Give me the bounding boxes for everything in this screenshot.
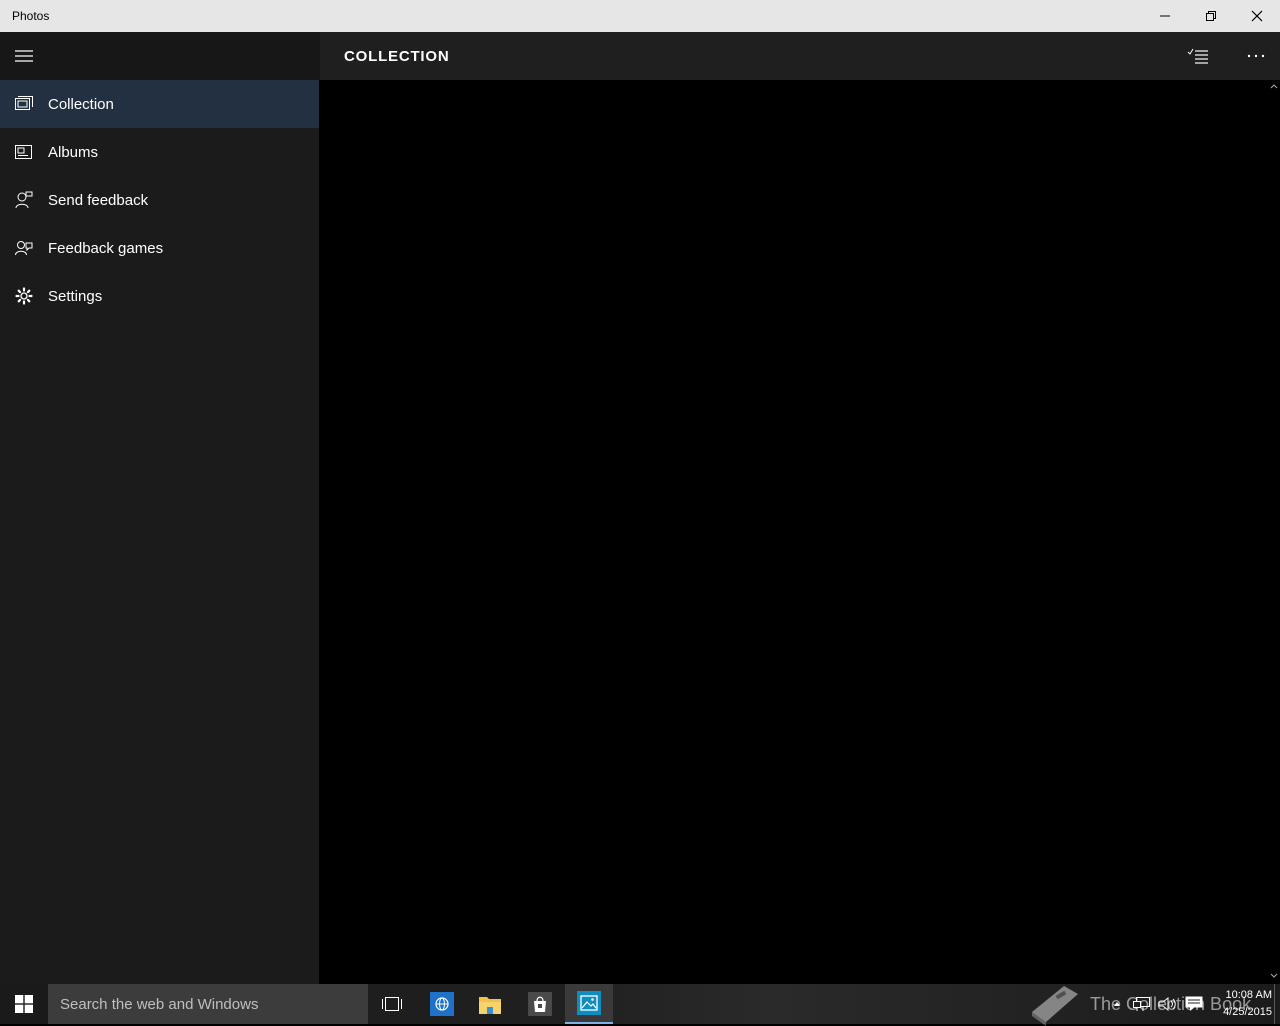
windows-logo-icon [15,995,33,1013]
vertical-scrollbar[interactable] [1268,80,1280,984]
hamburger-button[interactable] [0,32,48,80]
restore-icon [1206,11,1216,21]
message-icon [1185,996,1203,1011]
sidebar-item-send-feedback[interactable]: Send feedback [0,176,319,224]
book-icon [1032,986,1078,1026]
task-view-icon [382,997,402,1011]
network-icon [1133,997,1150,1011]
restore-button[interactable] [1188,0,1234,32]
more-icon [1247,54,1265,58]
taskbar-search-box[interactable]: Search the web and Windows [48,984,368,1024]
chevron-up-icon [1114,1002,1120,1006]
browser-icon [430,992,454,1016]
action-center-button[interactable] [1182,984,1206,1024]
window-title: Photos [12,9,50,23]
sidebar-item-collection[interactable]: Collection [0,80,319,128]
page-header: COLLECTION [320,32,1280,80]
feedback-games-icon [0,224,48,272]
close-button[interactable] [1234,0,1280,32]
sidebar-item-settings[interactable]: Settings [0,272,319,320]
close-icon [1251,10,1263,22]
start-button[interactable] [0,984,48,1024]
taskbar-store-button[interactable] [516,984,564,1024]
sidebar-item-label: Albums [48,143,99,161]
folder-icon [479,997,501,1014]
taskbar-clock[interactable]: 10:08 AM 4/25/2015 [1208,987,1272,1021]
taskbar-photos-button[interactable] [565,984,613,1024]
taskbar: Search the web and Windows The Collectio… [0,984,1280,1026]
sidebar-item-label: Settings [48,287,103,305]
clock-date: 4/25/2015 [1223,1006,1272,1018]
show-desktop-button[interactable] [1274,984,1280,1024]
nav-header [0,32,320,80]
sidebar-item-label: Send feedback [48,191,149,209]
volume-button[interactable] [1156,984,1180,1024]
sidebar-item-label: Feedback games [48,239,164,257]
store-icon [528,992,552,1016]
select-button[interactable] [1174,32,1222,80]
albums-icon [0,128,48,176]
sidebar-item-albums[interactable]: Albums [0,128,319,176]
navigation-pane: Collection Albums Send feedback Feedback… [0,80,319,984]
scroll-down-icon[interactable] [1268,970,1280,982]
minimize-button[interactable] [1142,0,1188,32]
photos-icon [577,991,601,1015]
gear-icon [0,272,48,320]
select-list-icon [1187,48,1208,64]
page-title: COLLECTION [344,48,450,65]
feedback-icon [0,176,48,224]
clock-time: 10:08 AM [1225,989,1272,1001]
sidebar-item-label: Collection [48,95,114,113]
volume-icon [1158,996,1176,1012]
sidebar-item-feedback-games[interactable]: Feedback games [0,224,319,272]
collection-content [320,80,1268,984]
taskbar-browser-button[interactable] [418,984,466,1024]
collection-icon [0,80,48,128]
network-button[interactable] [1130,984,1154,1024]
title-bar: Photos [0,0,1280,32]
hamburger-icon [15,50,33,62]
scroll-up-icon[interactable] [1268,80,1280,92]
taskbar-file-explorer-button[interactable] [466,984,514,1024]
show-hidden-icons-button[interactable] [1108,984,1126,1024]
search-placeholder: Search the web and Windows [60,995,259,1013]
more-options-button[interactable] [1232,32,1280,80]
task-view-button[interactable] [368,984,416,1024]
minimize-icon [1160,15,1170,17]
